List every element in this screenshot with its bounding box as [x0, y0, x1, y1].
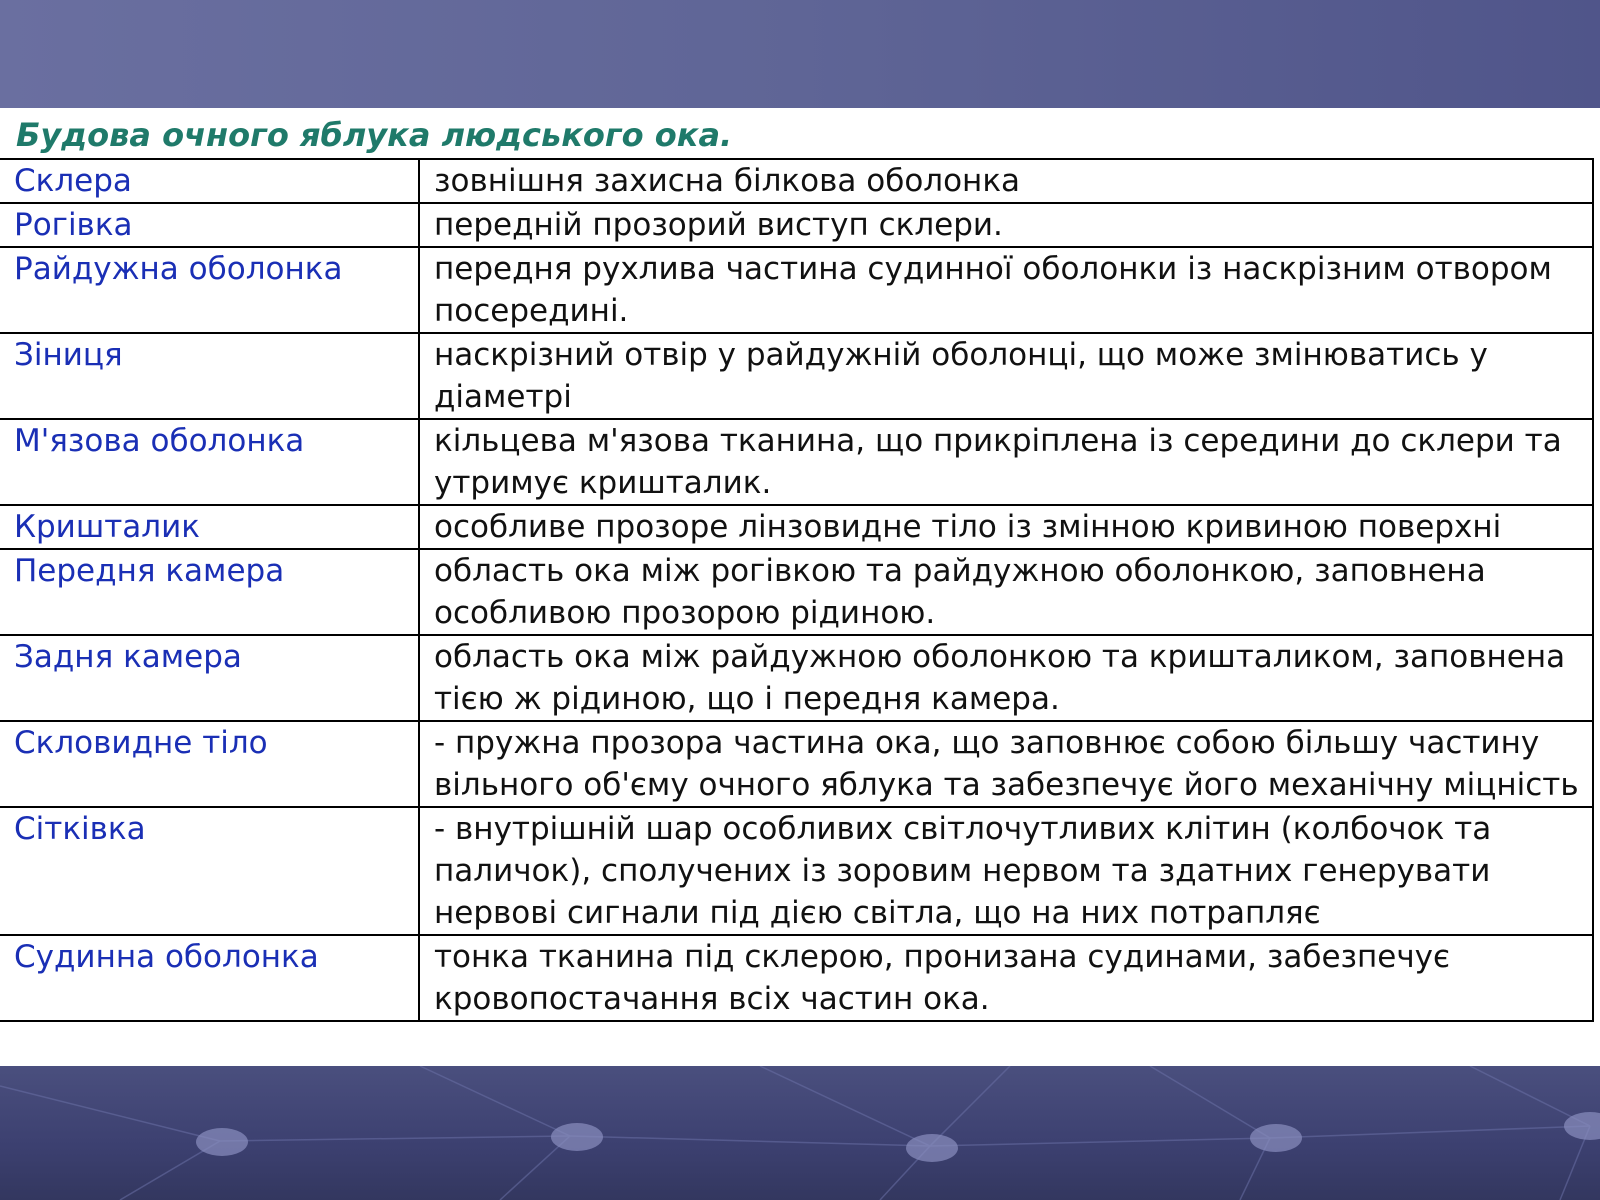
table-row: Скловидне тіло - пружна прозора частина …	[0, 720, 1594, 808]
slide: Будова очного яблука людського ока. Скле…	[0, 0, 1600, 1200]
term-cell: М'язова оболонка	[0, 418, 420, 506]
term-cell: Кришталик	[0, 504, 420, 550]
definition-cell: - пружна прозора частина ока, що заповню…	[418, 720, 1594, 808]
slide-content: Будова очного яблука людського ока. Скле…	[0, 108, 1600, 1066]
term-cell: Рогівка	[0, 202, 420, 248]
term-cell: Сітківка	[0, 806, 420, 936]
slide-title: Будова очного яблука людського ока.	[16, 116, 733, 154]
term-cell: Склера	[0, 158, 420, 204]
table-row: Судинна оболонка тонка тканина під склер…	[0, 934, 1594, 1022]
table-row: Склера зовнішня захисна білкова оболонка	[0, 158, 1594, 204]
term-cell: Судинна оболонка	[0, 934, 420, 1022]
table-row: М'язова оболонка кільцева м'язова тканин…	[0, 418, 1594, 506]
definition-cell: - внутрішній шар особливих світлочутливи…	[418, 806, 1594, 936]
term-cell: Райдужна оболонка	[0, 246, 420, 334]
table-row: Сітківка - внутрішній шар особливих світ…	[0, 806, 1594, 936]
definition-cell: наскрізний отвір у райдужній оболонці, щ…	[418, 332, 1594, 420]
definition-cell: кільцева м'язова тканина, що прикріплена…	[418, 418, 1594, 506]
top-decorative-band	[0, 0, 1600, 108]
definition-cell: передній прозорий виступ склери.	[418, 202, 1594, 248]
table-row: Передня камера область ока між рогівкою …	[0, 548, 1594, 636]
table-row: Рогівка передній прозорий виступ склери.	[0, 202, 1594, 248]
table-row: Райдужна оболонка передня рухлива частин…	[0, 246, 1594, 334]
definition-cell: передня рухлива частина судинної оболонк…	[418, 246, 1594, 334]
decorative-pattern-graphic	[0, 1066, 1600, 1200]
bottom-decorative-band	[0, 1066, 1600, 1200]
term-cell: Передня камера	[0, 548, 420, 636]
definition-cell: область ока між рогівкою та райдужною об…	[418, 548, 1594, 636]
term-cell: Задня камера	[0, 634, 420, 722]
definition-cell: особливе прозоре лінзовидне тіло із змін…	[418, 504, 1594, 550]
term-cell: Скловидне тіло	[0, 720, 420, 808]
table-row: Зіниця наскрізний отвір у райдужній обол…	[0, 332, 1594, 420]
table-row: Задня камера область ока між райдужною о…	[0, 634, 1594, 722]
definition-cell: область ока між райдужною оболонкою та к…	[418, 634, 1594, 722]
definition-cell: тонка тканина під склерою, пронизана суд…	[418, 934, 1594, 1022]
definition-cell: зовнішня захисна білкова оболонка	[418, 158, 1594, 204]
term-cell: Зіниця	[0, 332, 420, 420]
table-row: Кришталик особливе прозоре лінзовидне ті…	[0, 504, 1594, 550]
eye-structure-table: Склера зовнішня захисна білкова оболонка…	[0, 158, 1594, 1022]
